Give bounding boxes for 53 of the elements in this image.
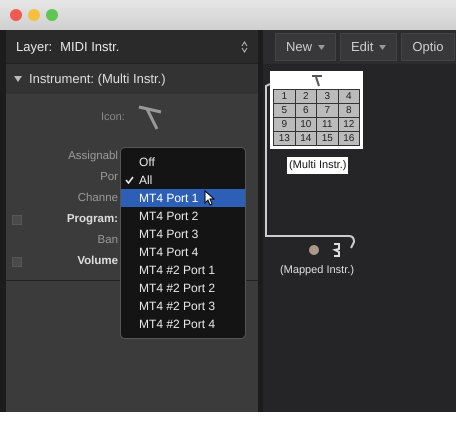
channel-cell[interactable]: 1 [274, 90, 294, 103]
layer-label: Layer: [16, 38, 52, 56]
close-button[interactable] [10, 9, 22, 21]
object-name: (Mapped Instr.) [280, 263, 354, 278]
toolbar-button[interactable]: Optio [401, 33, 454, 61]
menu-item[interactable]: Off [121, 153, 245, 171]
channel-cell[interactable]: 2 [296, 90, 316, 103]
menu-item[interactable]: MT4 Port 4 [121, 243, 245, 261]
menu-item[interactable]: MT4 #2 Port 3 [121, 297, 245, 315]
menu-item[interactable]: MT4 Port 3 [121, 225, 245, 243]
menu-item[interactable]: MT4 #2 Port 1 [121, 261, 245, 279]
channel-cell[interactable]: 15 [317, 132, 338, 145]
disclosure-triangle-icon[interactable] [14, 75, 22, 83]
param-label: Channe [78, 190, 118, 206]
menu-item[interactable]: All [121, 171, 245, 189]
menu-item[interactable]: MT4 #2 Port 2 [121, 279, 245, 297]
menu-button[interactable]: Edit [340, 33, 398, 61]
caret-icon [318, 45, 326, 50]
keyboard-stand-icon [310, 73, 324, 87]
channel-cell[interactable]: 4 [338, 90, 359, 103]
param-label: Assignabl [68, 148, 118, 164]
checkbox[interactable] [12, 214, 22, 224]
channel-cell[interactable]: 3 [317, 90, 338, 103]
zoom-button[interactable] [46, 9, 58, 21]
menu-item[interactable]: MT4 #2 Port 4 [121, 315, 245, 333]
channel-cell[interactable]: 11 [317, 118, 338, 131]
channel-cell[interactable]: 13 [274, 132, 294, 145]
channel-cell[interactable]: 8 [338, 104, 359, 117]
channel-cell[interactable]: 16 [338, 132, 359, 145]
channel-cell[interactable]: 12 [338, 118, 359, 131]
layer-value[interactable]: MIDI Instr. [60, 36, 120, 56]
checkmark-icon [125, 176, 134, 184]
section-title: Instrument: (Multi Instr.) [29, 70, 166, 88]
object-name: (Multi Instr.) [287, 157, 348, 174]
channel-cell[interactable]: 6 [296, 104, 316, 117]
menu-item[interactable]: MT4 Port 1 [121, 189, 245, 207]
caret-icon [379, 45, 386, 50]
cursor-icon [204, 190, 216, 206]
channel-cell[interactable]: 9 [274, 118, 294, 131]
param-label: Por [100, 170, 118, 185]
stepper-icon[interactable] [241, 40, 248, 52]
param-label: Ban [98, 232, 118, 248]
channel-cell[interactable]: 10 [296, 118, 316, 131]
channel-cell[interactable]: 14 [296, 132, 316, 145]
param-label: Program: [66, 212, 118, 227]
multi-instrument-object[interactable]: 1 2 3 4 5 6 7 8 9 10 11 12 13 14 15 16 [270, 71, 363, 149]
menu-button[interactable]: New [275, 33, 336, 61]
icon-label: Icon: [101, 110, 125, 125]
menu-item[interactable]: MT4 Port 2 [121, 207, 245, 225]
param-label: Volume [77, 254, 118, 269]
channel-cell[interactable]: 7 [317, 104, 338, 117]
checkbox[interactable] [12, 256, 22, 266]
channel-cell[interactable]: 5 [274, 104, 294, 117]
